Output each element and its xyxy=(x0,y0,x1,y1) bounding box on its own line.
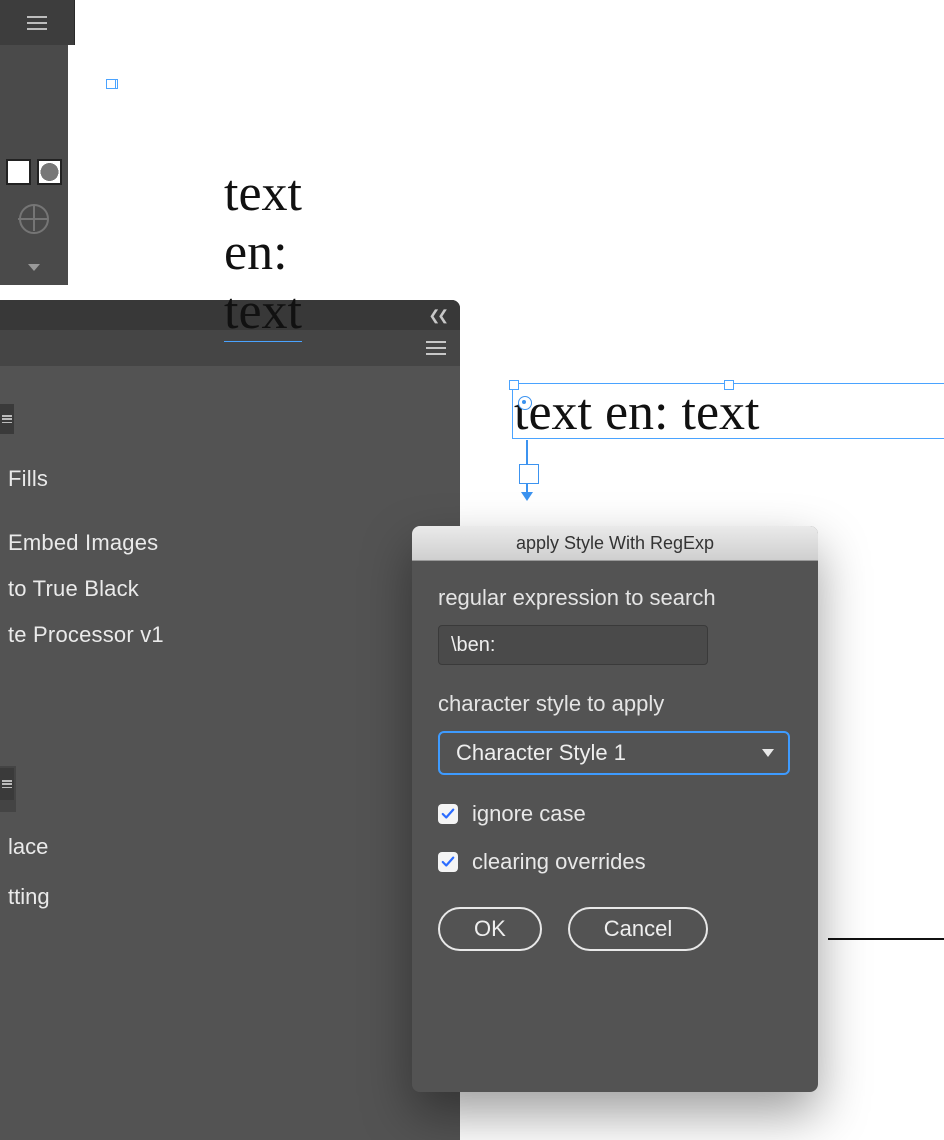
list-item[interactable]: Embed Images xyxy=(0,520,460,566)
clear-overrides-label: clearing overrides xyxy=(472,849,646,875)
cancel-button[interactable]: Cancel xyxy=(568,907,708,951)
panel-menu-icon[interactable] xyxy=(426,341,446,355)
dialog: apply Style With RegExp regular expressi… xyxy=(412,526,818,1092)
tool-side-panel xyxy=(0,45,68,285)
text-in-port-icon[interactable] xyxy=(518,396,532,410)
ok-button[interactable]: OK xyxy=(438,907,542,951)
list-item[interactable]: to True Black xyxy=(0,566,460,612)
stroke-swatch[interactable] xyxy=(37,159,62,185)
style-select-value: Character Style 1 xyxy=(456,740,626,766)
scripts-list-2: lace tting xyxy=(8,822,50,922)
fill-swatch[interactable] xyxy=(6,159,31,185)
scripts-list: Fills Embed Images to True Black te Proc… xyxy=(0,456,460,658)
chevron-down-icon[interactable] xyxy=(28,264,40,271)
regex-input[interactable] xyxy=(438,625,708,665)
style-label: character style to apply xyxy=(438,691,792,717)
style-select[interactable]: Character Style 1 xyxy=(438,731,790,775)
panel-grip[interactable] xyxy=(0,404,14,434)
clear-overrides-checkbox[interactable]: clearing overrides xyxy=(438,849,792,875)
text-frame[interactable]: text en: text xyxy=(224,164,302,342)
list-item[interactable]: Fills xyxy=(0,456,460,502)
selection-handle[interactable] xyxy=(106,79,116,89)
list-item[interactable]: te Processor v1 xyxy=(0,612,460,658)
panel-grip[interactable] xyxy=(0,768,14,800)
scripts-panel: ❮❮ Fills Embed Images to True Black te P… xyxy=(0,300,460,1140)
regex-label: regular expression to search xyxy=(438,585,792,611)
ignore-case-checkbox[interactable]: ignore case xyxy=(438,801,792,827)
checkbox-checked-icon xyxy=(438,852,458,872)
collapse-icon[interactable]: ❮❮ xyxy=(429,307,446,324)
globe-icon[interactable] xyxy=(19,204,49,234)
dialog-title: apply Style With RegExp xyxy=(412,526,818,561)
ignore-case-label: ignore case xyxy=(472,801,586,827)
thread-arrow-icon xyxy=(521,492,533,501)
text-frame[interactable]: text en: text xyxy=(514,384,759,441)
list-item[interactable]: lace xyxy=(8,822,50,872)
list-item[interactable]: tting xyxy=(8,872,50,922)
text-out-port-icon[interactable] xyxy=(519,464,539,484)
panel-min-header xyxy=(0,0,75,45)
chevron-down-icon xyxy=(762,749,774,757)
canvas-object-line[interactable] xyxy=(828,938,944,940)
checkbox-checked-icon xyxy=(438,804,458,824)
menu-icon[interactable] xyxy=(27,16,47,30)
